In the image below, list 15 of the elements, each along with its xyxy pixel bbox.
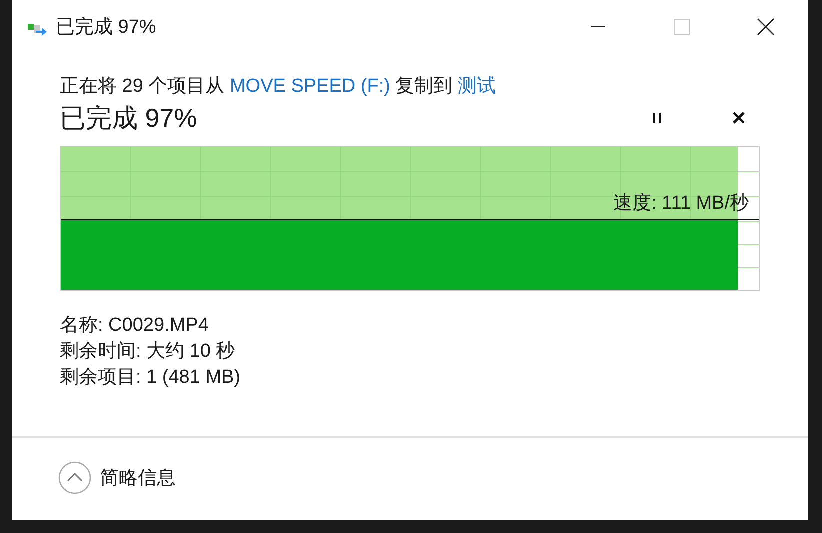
detail-text: 名称: C0029.MP4 bbox=[60, 314, 210, 338]
pause-icon bbox=[652, 112, 662, 124]
details-toggle[interactable]: 简略信息 bbox=[58, 461, 176, 495]
detail-text: 剩余时间: 大约 10 秒 bbox=[60, 340, 236, 364]
copy-description: 正在将 29 个项目从 MOVE SPEED (F:) 复制到 测试 bbox=[60, 75, 498, 99]
window-title: 已完成 97% bbox=[56, 16, 156, 40]
speed-label: 速度: 111 MB/秒 bbox=[614, 192, 749, 216]
close-icon bbox=[757, 18, 775, 36]
cancel-icon bbox=[732, 111, 746, 125]
maximize-icon bbox=[674, 19, 690, 35]
destination-link[interactable]: 测试 bbox=[458, 76, 496, 97]
copy-icon bbox=[28, 22, 48, 36]
progress-heading: 已完成 97% bbox=[60, 102, 198, 134]
source-link[interactable]: MOVE SPEED (F:) bbox=[230, 76, 390, 97]
detail-text: 剩余项目: 1 (481 MB) bbox=[60, 366, 242, 390]
